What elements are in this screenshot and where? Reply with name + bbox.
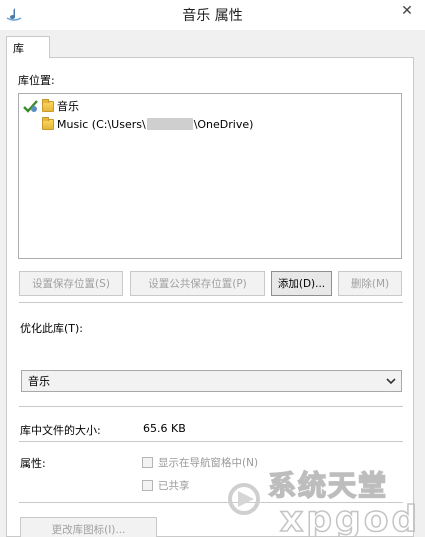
change-library-icon-button[interactable]: 更改库图标(I)...: [20, 517, 157, 537]
shared-checkbox[interactable]: 已共享: [142, 478, 190, 493]
size-value: 65.6 KB: [143, 422, 186, 435]
divider: [19, 441, 403, 442]
list-item[interactable]: Music (C:\Users\ \OneDrive): [42, 115, 253, 133]
close-button[interactable]: ✕: [393, 0, 421, 22]
window-title: 音乐 属性: [182, 8, 243, 24]
tab-library[interactable]: 库: [6, 36, 50, 58]
optimize-label: 优化此库(T):: [20, 322, 84, 335]
optimize-selected-value: 音乐: [28, 375, 50, 388]
optimize-select[interactable]: 音乐: [21, 370, 402, 392]
location-path-suffix: \OneDrive): [193, 117, 254, 131]
set-save-location-button[interactable]: 设置保存位置(S): [19, 271, 123, 296]
chevron-down-icon: [386, 378, 396, 385]
svg-text:系统天堂: 系统天堂: [268, 469, 388, 502]
checkbox-box: [142, 457, 153, 468]
set-public-save-location-button[interactable]: 设置公共保存位置(P): [130, 271, 265, 296]
shared-label: 已共享: [158, 480, 190, 492]
library-locations-label: 库位置:: [18, 74, 55, 87]
svg-text:xpgod: xpgod: [280, 499, 420, 537]
checkbox-box: [142, 480, 153, 491]
redacted-username: [146, 118, 193, 130]
remove-button[interactable]: 删除(M): [338, 271, 402, 296]
list-item[interactable]: 音乐: [23, 97, 79, 115]
divider: [19, 302, 403, 303]
folder-icon: [42, 116, 54, 130]
location-name: 音乐: [57, 100, 79, 113]
size-label: 库中文件的大小:: [20, 424, 101, 437]
folder-icon: [42, 98, 54, 112]
add-button[interactable]: 添加(D)...: [271, 271, 332, 296]
default-save-location-icon: [23, 100, 38, 113]
location-path-prefix: Music (C:\Users\: [57, 117, 146, 131]
dialog-body: 库 库位置: 音乐 Music (C:\Users\ \OneDrive) 设置…: [0, 30, 425, 537]
library-locations-list[interactable]: 音乐 Music (C:\Users\ \OneDrive): [18, 93, 402, 259]
attributes-label: 属性:: [20, 457, 46, 470]
title-bar: 音乐 属性 ✕: [0, 0, 425, 30]
divider: [19, 406, 403, 407]
site-watermark: 系统天堂 xpgod: [228, 468, 420, 537]
